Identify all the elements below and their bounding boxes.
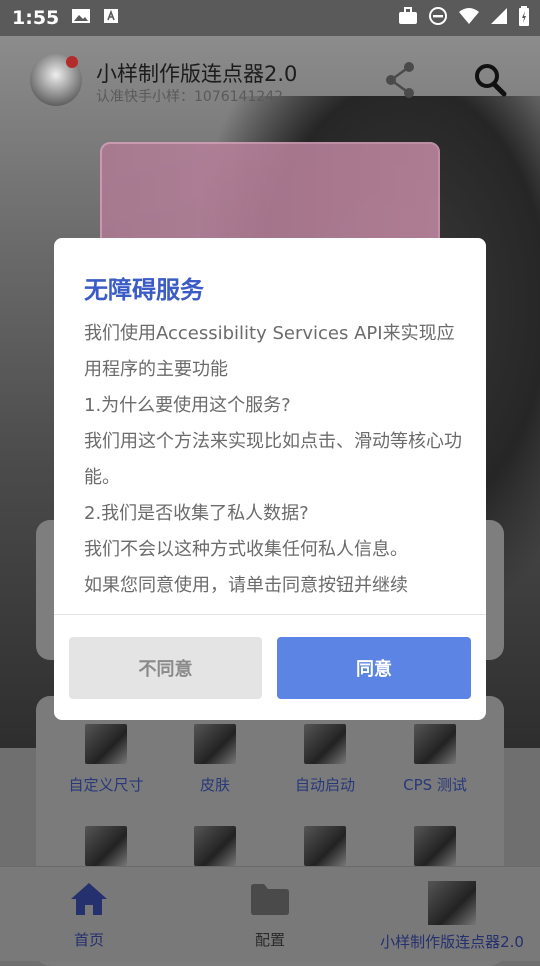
skin-icon	[194, 724, 236, 764]
do-not-disturb-icon	[428, 6, 448, 31]
bottom-nav: 首页 配置 小样制作版连点器2.0	[0, 866, 540, 961]
cps-test-icon	[414, 724, 456, 764]
briefcase-icon	[398, 6, 418, 30]
wifi-icon	[458, 7, 480, 30]
app-subtitle: 认准快手小样：1076141242	[96, 89, 284, 105]
grid-item-cps-test[interactable]: CPS 测试	[380, 724, 490, 795]
agree-button[interactable]: 同意	[277, 637, 471, 699]
grid-label: 自定义尺寸	[68, 776, 144, 794]
dialog-message: 我们使用Accessibility Services API来实现应用程序的主要…	[84, 316, 468, 604]
notification-dot	[66, 56, 78, 68]
dialog-paragraph: 我们不会以这种方式收集任何私人信息。	[84, 539, 408, 560]
grid-item[interactable]	[380, 826, 490, 866]
custom-size-icon	[85, 724, 127, 764]
nav-item-config[interactable]: 配置	[225, 881, 315, 950]
dialog-paragraph: 1.为什么要使用这个服务?	[84, 395, 291, 416]
app-header: 小样制作版连点器2.0 认准快手小样：1076141242	[0, 54, 540, 114]
grid-thumb-icon	[85, 826, 127, 866]
accessibility-dialog: 无障碍服务 我们使用Accessibility Services API来实现应…	[54, 238, 486, 720]
grid-item[interactable]	[270, 826, 380, 866]
status-bar: 1:55	[0, 0, 540, 36]
nav-item-profile[interactable]: 小样制作版连点器2.0	[370, 881, 534, 952]
home-icon	[69, 883, 109, 921]
grid-thumb-icon	[414, 826, 456, 866]
app-title: 小样制作版连点器2.0	[96, 62, 298, 86]
grid-item[interactable]	[160, 826, 270, 866]
nav-label: 配置	[254, 931, 285, 949]
font-icon	[103, 7, 119, 30]
search-icon[interactable]	[472, 60, 508, 104]
grid-thumb-icon	[304, 826, 346, 866]
grid-label: CPS 测试	[403, 776, 467, 794]
nav-label: 小样制作版连点器2.0	[380, 933, 524, 951]
disagree-button[interactable]: 不同意	[69, 637, 262, 699]
grid-item[interactable]	[51, 826, 161, 866]
auto-start-icon	[304, 724, 346, 764]
share-icon[interactable]	[382, 60, 418, 104]
grid-item-auto-start[interactable]: 自动启动	[270, 724, 380, 795]
dialog-paragraph: 我们使用Accessibility Services API来实现应用程序的主要…	[84, 323, 455, 380]
dialog-paragraph: 如果您同意使用，请单击同意按钮并继续	[84, 575, 408, 596]
folder-icon	[249, 884, 291, 921]
image-icon	[71, 7, 91, 30]
status-time: 1:55	[12, 7, 60, 29]
signal-icon	[490, 7, 508, 30]
profile-thumbnail-icon	[428, 881, 476, 925]
dialog-divider	[54, 614, 486, 615]
nav-item-home[interactable]: 首页	[44, 881, 134, 950]
nav-label: 首页	[73, 931, 104, 949]
dialog-title: 无障碍服务	[84, 276, 204, 304]
grid-item-skin[interactable]: 皮肤	[160, 724, 270, 795]
grid-label: 自动启动	[294, 776, 355, 794]
dialog-paragraph: 2.我们是否收集了私人数据?	[84, 503, 309, 524]
battery-icon	[518, 5, 530, 31]
grid-label: 皮肤	[199, 776, 230, 794]
grid-item-custom-size[interactable]: 自定义尺寸	[51, 724, 161, 795]
dialog-paragraph: 我们用这个方法来实现比如点击、滑动等核心功能。	[84, 431, 462, 488]
grid-thumb-icon	[194, 826, 236, 866]
status-icons	[398, 5, 530, 31]
